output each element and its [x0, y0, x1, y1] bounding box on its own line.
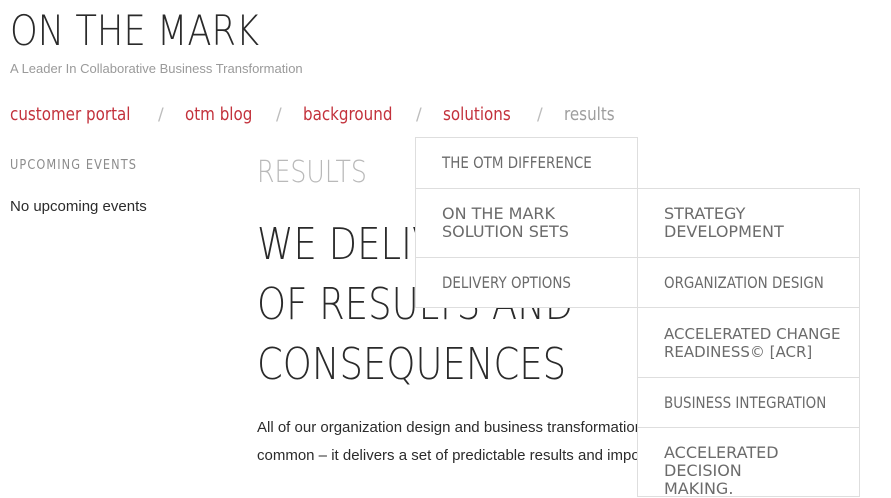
nav-item-background[interactable]: background [303, 103, 409, 127]
nav-separator: / [416, 105, 422, 125]
menu-item-otm-difference[interactable]: THE OTM DIFFERENCE [415, 137, 638, 189]
submenu-item-strategy-development[interactable]: STRATEGY DEVELOPMENT [637, 188, 860, 258]
nav-item-otm-blog[interactable]: otm blog [185, 103, 265, 127]
menu-item-solution-sets[interactable]: ON THE MARK SOLUTION SETS [415, 188, 638, 258]
headline-line: CONSEQUENCES [257, 339, 567, 390]
no-events-message: No upcoming events [10, 198, 147, 215]
site-tagline: A Leader In Collaborative Business Trans… [10, 61, 303, 76]
nav-item-results[interactable]: results [564, 103, 624, 127]
page-title: RESULTS [257, 155, 367, 190]
site-title[interactable]: ON THE MARK [10, 7, 307, 55]
upcoming-events-heading: UPCOMING EVENTS [10, 157, 138, 173]
nav-separator: / [276, 105, 282, 125]
nav-item-solutions[interactable]: solutions [443, 103, 524, 127]
nav-separator: / [158, 105, 164, 125]
nav-separator: / [537, 105, 543, 125]
menu-item-delivery-options[interactable]: DELIVERY OPTIONS [415, 257, 638, 308]
submenu-item-organization-design[interactable]: ORGANIZATION DESIGN [637, 257, 860, 308]
submenu-item-accelerated-decision-making[interactable]: ACCELERATED DECISION MAKING. [637, 427, 860, 498]
nav-item-customer-portal[interactable]: customer portal [10, 103, 153, 127]
submenu-item-accelerated-change-readiness[interactable]: ACCELERATED CHANGE READINESS© [ACR] [637, 307, 860, 378]
submenu-item-business-integration[interactable]: BUSINESS INTEGRATION [637, 377, 860, 428]
